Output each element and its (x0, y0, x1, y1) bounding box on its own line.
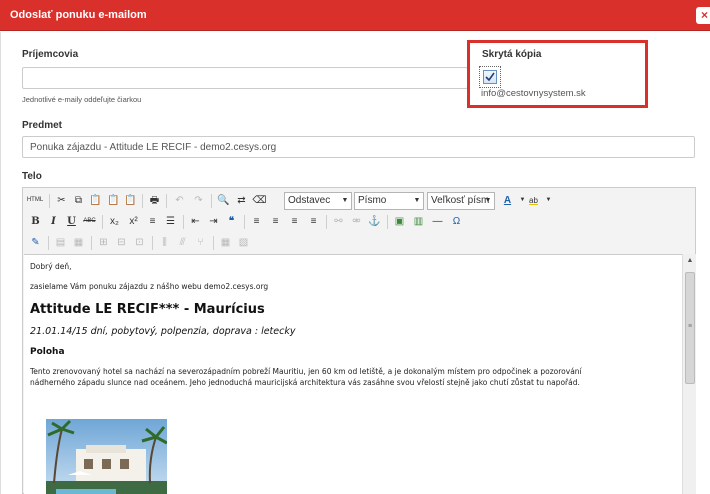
editor-content[interactable]: Dobrý deň, zasielame Vám ponuku zájazdu … (24, 254, 682, 494)
cut-icon[interactable]: ✂ (53, 192, 70, 209)
format-select[interactable]: Odstavec ▼ (284, 192, 352, 210)
toolbar-separator (213, 236, 214, 250)
toolbar-separator (244, 215, 245, 229)
toolbar-separator (326, 215, 327, 229)
doc-paragraph: Tento zrenovovaný hotel sa nachází na se… (30, 367, 582, 387)
insert-col-icon[interactable]: ⫼ (156, 234, 173, 251)
toolbar-separator (166, 194, 167, 208)
remove-format-icon[interactable]: ⌫ (251, 192, 268, 209)
table-cell-icon[interactable]: ▦ (70, 234, 87, 251)
media-icon[interactable]: ▥ (410, 213, 427, 230)
paste-text-icon[interactable]: 📋 (105, 192, 122, 209)
toolbar-separator (211, 194, 212, 208)
subject-input[interactable] (22, 136, 695, 158)
delete-col-icon[interactable]: ⫻ (174, 234, 191, 251)
recipients-label: Príjemcovia (22, 49, 79, 60)
doc-greeting: Dobrý deň, (30, 262, 72, 271)
recipients-hint: Jednotlivé e-maily oddeľujte čiarkou (22, 95, 142, 104)
edit-icon[interactable]: ✎ (27, 234, 44, 251)
toolbar-separator (91, 236, 92, 250)
toolbar-separator (48, 236, 49, 250)
toolbar-separator (387, 215, 388, 229)
dialog-titlebar: Odoslať ponuku e-mailom × (0, 0, 710, 31)
replace-icon[interactable]: ⇄ (233, 192, 250, 209)
toolbar-separator (183, 215, 184, 229)
align-right-icon[interactable]: ≡ (286, 213, 303, 230)
italic-button[interactable]: I (45, 213, 62, 230)
scroll-up-icon[interactable]: ▲ (683, 254, 697, 268)
bcc-email: info@cestovnysystem.sk (481, 88, 586, 99)
anchor-icon[interactable]: ⚓ (366, 213, 383, 230)
indent-icon[interactable]: ⇥ (205, 213, 222, 230)
toolbar-row-1: HTML ✂ ⧉ 📋 📋 📋 🖶 ↶ ↷ 🔍 ⇄ ⌫ Odstavec ▼ Pís… (25, 190, 693, 212)
undo-icon[interactable]: ↶ (171, 192, 188, 209)
image-icon[interactable]: ▣ (391, 213, 408, 230)
font-select[interactable]: Písmo ▼ (354, 192, 424, 210)
chevron-down-icon: ▼ (341, 197, 349, 204)
subject-label: Predmet (22, 120, 63, 131)
superscript-button[interactable]: x² (125, 213, 142, 230)
hotel-photo-image (46, 419, 167, 494)
numbered-list-icon[interactable]: ≡ (144, 213, 161, 230)
subscript-button[interactable]: x₂ (106, 213, 123, 230)
doc-subheading: 21.01.14/15 dní, pobytový, polpenzia, do… (30, 326, 296, 337)
table-props-icon[interactable]: ▤ (52, 234, 69, 251)
outdent-icon[interactable]: ⇤ (187, 213, 204, 230)
close-icon: × (700, 8, 708, 22)
link-icon[interactable]: ⚯ (330, 213, 347, 230)
chevron-down-icon[interactable]: ▼ (540, 192, 557, 209)
rich-text-editor: HTML ✂ ⧉ 📋 📋 📋 🖶 ↶ ↷ 🔍 ⇄ ⌫ Odstavec ▼ Pís… (22, 187, 696, 494)
split-cell-icon[interactable]: ⑂ (192, 234, 209, 251)
find-icon[interactable]: 🔍 (215, 192, 232, 209)
check-icon (485, 72, 495, 82)
special-char-button[interactable]: Ω (448, 213, 465, 230)
toolbar-separator (49, 194, 50, 208)
toolbar-row-2: B I U ABC x₂ x² ≡ ☰ ⇤ ⇥ ❝ ≡ ≡ ≡ ≡ ⚯ ⚮ ⚓ … (25, 211, 693, 233)
bcc-checkbox[interactable] (479, 66, 501, 88)
table-icon[interactable]: ▦ (217, 234, 234, 251)
bcc-label: Skrytá kópia (482, 49, 542, 60)
align-justify-icon[interactable]: ≡ (305, 213, 322, 230)
bullet-list-icon[interactable]: ☰ (162, 213, 179, 230)
underline-button[interactable]: U (63, 213, 80, 230)
strikethrough-button[interactable]: ABC (81, 213, 98, 230)
close-button[interactable]: × (696, 7, 710, 24)
toolbar-separator (152, 236, 153, 250)
paste-word-icon[interactable]: 📋 (122, 192, 139, 209)
chevron-down-icon: ▼ (413, 197, 421, 204)
horizontal-rule-icon[interactable]: — (429, 213, 446, 230)
redo-icon[interactable]: ↷ (190, 192, 207, 209)
hotel-photo (46, 419, 167, 494)
dialog-title: Odoslať ponuku e-mailom (10, 9, 147, 21)
print-icon[interactable]: 🖶 (146, 192, 163, 209)
doc-section-heading: Poloha (30, 347, 65, 357)
toolbar-row-3: ✎ ▤ ▦ ⊞ ⊟ ⊡ ⫼ ⫻ ⑂ ▦ ▧ (25, 232, 693, 254)
scroll-thumb[interactable]: ≡ (685, 272, 695, 384)
checkbox-box (483, 70, 497, 84)
body-label: Telo (22, 171, 42, 182)
toolbar-separator (102, 215, 103, 229)
blockquote-icon[interactable]: ❝ (223, 213, 240, 230)
table-delete-icon[interactable]: ▧ (235, 234, 252, 251)
html-source-button[interactable]: HTML (25, 192, 45, 209)
paste-icon[interactable]: 📋 (87, 192, 104, 209)
recipients-input[interactable] (22, 67, 468, 89)
bold-button[interactable]: B (27, 213, 44, 230)
doc-heading: Attitude LE RECIF*** - Maurícius (30, 302, 265, 317)
delete-row-icon[interactable]: ⊟ (113, 234, 130, 251)
editor-scrollbar[interactable]: ▲ ≡ (682, 254, 696, 494)
chevron-down-icon: ▼ (484, 197, 492, 204)
doc-intro: zasielame Vám ponuku zájazdu z nášho web… (30, 282, 269, 291)
insert-row-icon[interactable]: ⊞ (95, 234, 112, 251)
align-center-icon[interactable]: ≡ (267, 213, 284, 230)
copy-icon[interactable]: ⧉ (70, 192, 87, 209)
toolbar-separator (142, 194, 143, 208)
unlink-icon[interactable]: ⚮ (348, 213, 365, 230)
align-left-icon[interactable]: ≡ (248, 213, 265, 230)
merge-cells-icon[interactable]: ⊡ (131, 234, 148, 251)
font-size-select[interactable]: Veľkosť písm ▼ (427, 192, 495, 210)
